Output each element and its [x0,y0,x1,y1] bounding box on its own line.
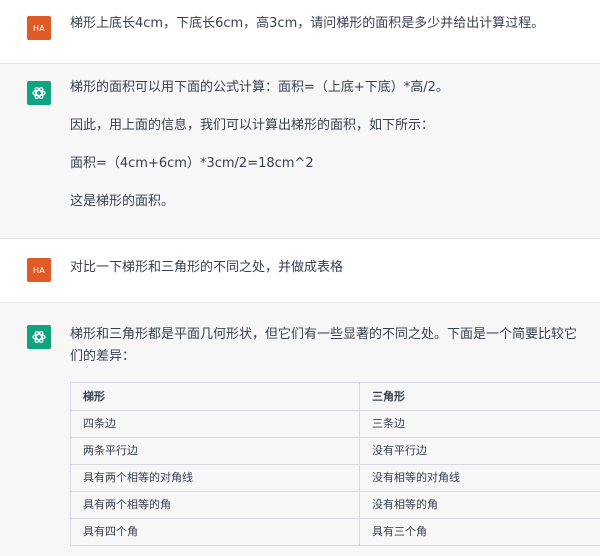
assistant-paragraph: 面积=（4cm+6cm）*3cm/2=18cm^2 [70,156,314,171]
assistant-message: 梯形和三角形都是平面几何形状，但它们有一些显著的不同之处。下面是一个简要比较它们… [0,303,600,556]
user-message-text: 梯形上底长4cm，下底长6cm，高3cm，请问梯形的面积是多少并给出计算过程。 [70,16,545,31]
table-header-cell: 三角形 [359,382,600,411]
assistant-paragraph: 因此，用上面的信息，我们可以计算出梯形的面积，如下所示： [70,118,435,133]
table-row: 具有四个角 具有三个角 [70,518,600,546]
openai-logo-icon [27,325,51,349]
user-avatar-label: HA [32,265,46,275]
table-cell: 没有平行边 [359,437,600,465]
table-cell: 具有三个角 [359,518,600,546]
table-row: 四条边 三条边 [70,410,600,438]
user-avatar-label: HA [32,23,46,33]
table-header-row: 梯形 三角形 [70,382,600,411]
table-header-cell: 梯形 [70,382,360,411]
user-avatar: HA [27,258,51,282]
assistant-paragraph: 梯形和三角形都是平面几何形状，但它们有一些显著的不同之处。下面是一个简要比较它们… [70,327,578,364]
table-row: 具有两个相等的对角线 没有相等的对角线 [70,464,600,492]
table-cell: 具有两个相等的角 [70,491,360,519]
user-message: HA 对比一下梯形和三角形的不同之处，并做成表格 [0,239,600,303]
user-avatar: HA [27,16,51,40]
assistant-message: 梯形的面积可以用下面的公式计算：面积=（上底+下底）*高/2。 因此，用上面的信… [0,64,600,239]
table-cell: 三条边 [359,410,600,438]
table-row: 具有两个相等的角 没有相等的角 [70,491,600,519]
table-cell: 四条边 [70,410,360,438]
table-cell: 两条平行边 [70,437,360,465]
openai-logo-icon [27,81,51,105]
table-cell: 具有两个相等的对角线 [70,464,360,492]
assistant-paragraph: 梯形的面积可以用下面的公式计算：面积=（上底+下底）*高/2。 [70,80,449,95]
assistant-paragraph: 这是梯形的面积。 [70,194,175,209]
user-message-text: 对比一下梯形和三角形的不同之处，并做成表格 [70,260,344,275]
table-cell: 具有四个角 [70,518,360,546]
comparison-table: 梯形 三角形 四条边 三条边 两条平行边 没有平行边 具有两个相等的对角线 没有… [70,382,600,546]
table-row: 两条平行边 没有平行边 [70,437,600,465]
user-message: HA 梯形上底长4cm，下底长6cm，高3cm，请问梯形的面积是多少并给出计算过… [0,0,600,64]
table-cell: 没有相等的角 [359,491,600,519]
table-cell: 没有相等的对角线 [359,464,600,492]
